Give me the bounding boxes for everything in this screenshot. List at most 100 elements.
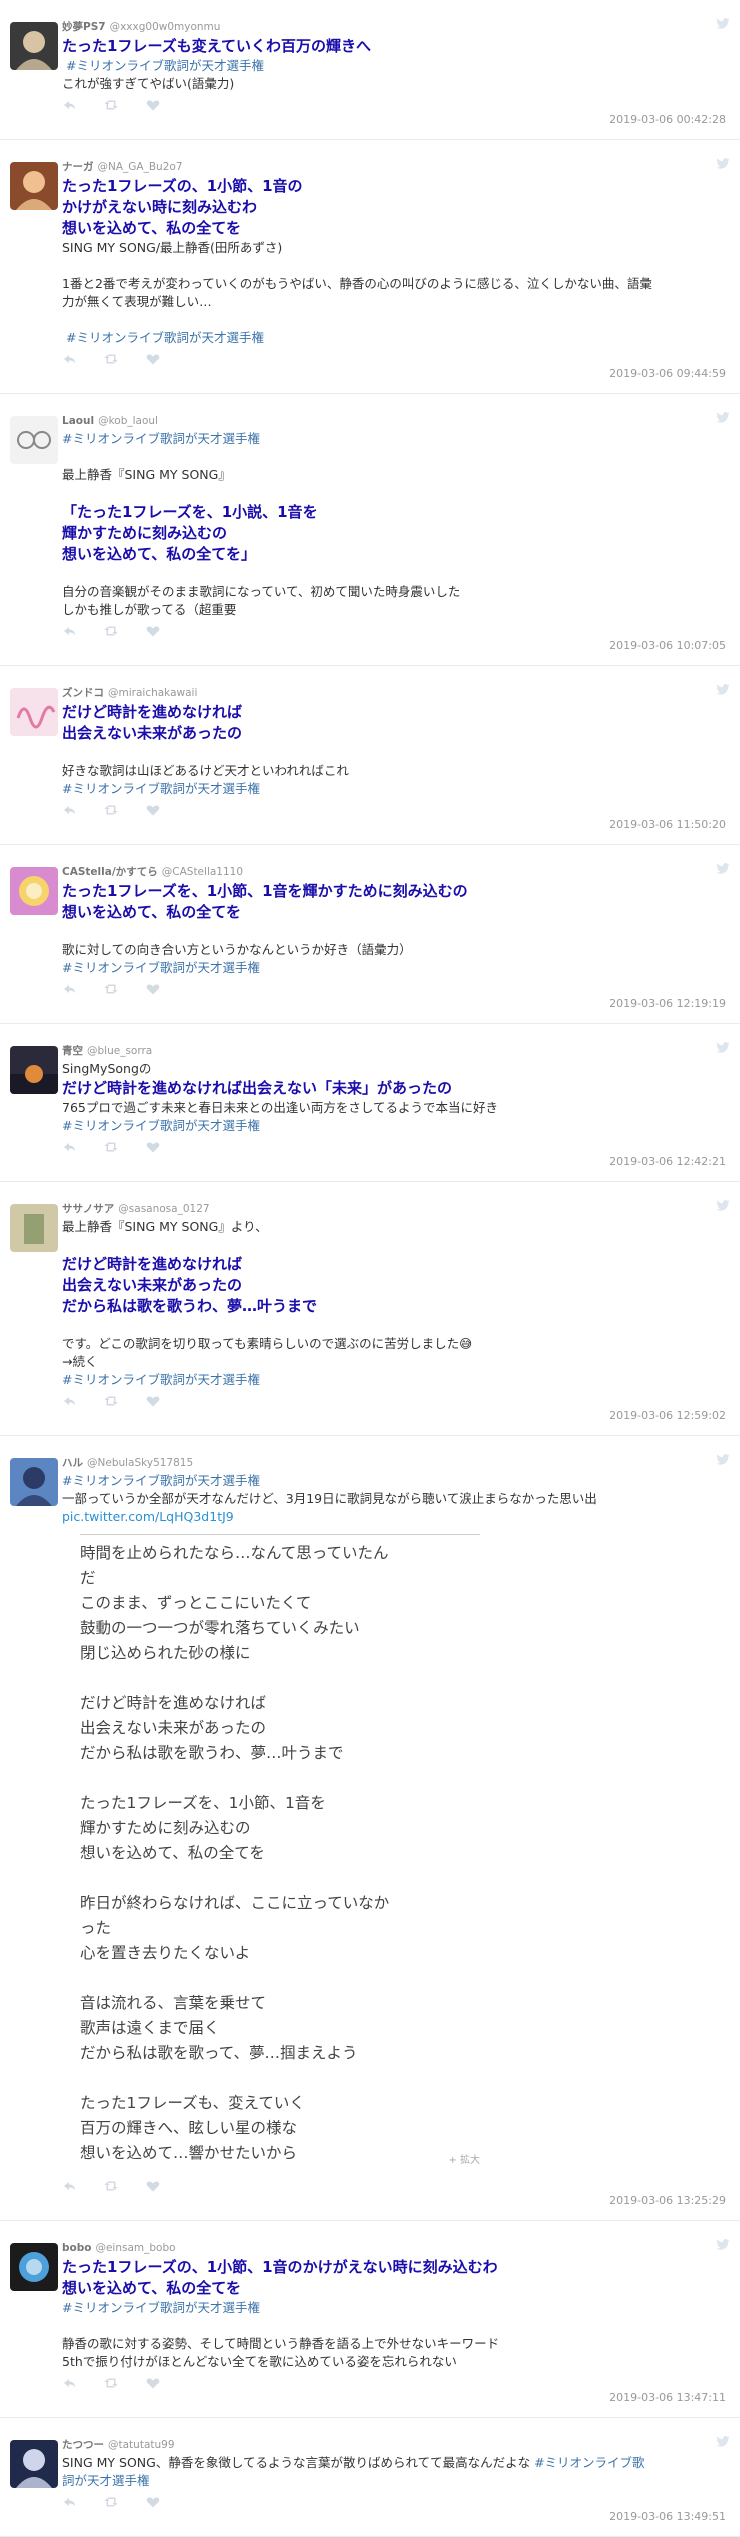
user-handle[interactable]: @sasanosa_0127 xyxy=(118,1203,209,1215)
like-button[interactable] xyxy=(146,353,160,365)
user-handle[interactable]: @kob_laoul xyxy=(98,415,158,427)
retweet-button[interactable] xyxy=(104,2180,118,2192)
user-handle[interactable]: @xxxg00w0myonmu xyxy=(110,21,221,33)
reply-button[interactable] xyxy=(62,1395,76,1407)
user-handle[interactable]: @NA_GA_Bu2o7 xyxy=(98,161,183,173)
user-name[interactable]: 妙夢PS7 xyxy=(62,21,106,33)
highlighted-lyric: だけど時計を進めなければ xyxy=(62,703,243,721)
reply-button[interactable] xyxy=(62,804,76,816)
avatar[interactable] xyxy=(10,162,58,210)
user-handle[interactable]: @NebulaSky517815 xyxy=(87,1457,193,1469)
like-button[interactable] xyxy=(146,1141,160,1153)
tweet-timestamp[interactable]: 2019-03-06 13:25:29 xyxy=(62,2194,726,2208)
user-handle[interactable]: @CAStella1110 xyxy=(162,866,243,878)
tweet-timestamp[interactable]: 2019-03-06 12:19:19 xyxy=(62,997,726,1011)
avatar[interactable] xyxy=(10,1046,58,1094)
tweet-actions xyxy=(62,2377,726,2389)
retweet-button[interactable] xyxy=(104,2496,118,2508)
tweet-timestamp[interactable]: 2019-03-06 11:50:20 xyxy=(62,818,726,832)
hashtag-link[interactable]: #ミリオンライブ歌詞が天才選手権 xyxy=(62,1371,726,1389)
lyric-line xyxy=(80,1766,480,1791)
user-name[interactable]: ササノサア xyxy=(62,1203,114,1215)
hashtag-link[interactable]: #ミリオンライブ歌詞が天才選手権 xyxy=(62,329,726,347)
tweet-timestamp[interactable]: 2019-03-06 10:07:05 xyxy=(62,639,726,653)
hashtag-link[interactable]: #ミリオンライブ歌 xyxy=(534,2455,644,2470)
retweet-button[interactable] xyxy=(104,625,118,637)
reply-button[interactable] xyxy=(62,2496,76,2508)
user-handle[interactable]: @blue_sorra xyxy=(87,1045,152,1057)
reply-button[interactable] xyxy=(62,2180,76,2192)
avatar[interactable] xyxy=(10,2440,58,2488)
hashtag-link[interactable]: 詞が天才選手権 xyxy=(62,2472,726,2490)
like-button[interactable] xyxy=(146,2377,160,2389)
like-button[interactable] xyxy=(146,99,160,111)
tweet-timestamp[interactable]: 2019-03-06 13:49:51 xyxy=(62,2510,726,2524)
reply-button[interactable] xyxy=(62,983,76,995)
retweet-button[interactable] xyxy=(104,804,118,816)
tweet-item: CAStella/かすてら @CAStella1110 たった1フレーズを、1小節、… xyxy=(0,845,740,1024)
hashtag-link[interactable]: #ミリオンライブ歌詞が天才選手権 xyxy=(62,1117,726,1135)
user-name[interactable]: Laoul xyxy=(62,415,94,427)
like-icon xyxy=(146,2378,160,2389)
like-button[interactable] xyxy=(146,625,160,637)
avatar[interactable] xyxy=(10,416,58,464)
lyric-line: 出会えない未来があったの xyxy=(80,1719,267,1737)
user-handle[interactable]: @miraichakawaii xyxy=(108,687,197,699)
user-name[interactable]: ズンドコ xyxy=(62,687,104,699)
avatar[interactable] xyxy=(10,22,58,70)
hashtag-link[interactable]: #ミリオンライブ歌詞が天才選手権 xyxy=(62,959,726,977)
attached-lyrics-image[interactable]: 時間を止められたなら…なんて思っていたんだこのまま、ずっとここにいたくて 鼓動の一… xyxy=(80,1534,480,2174)
avatar[interactable] xyxy=(10,1204,58,1252)
retweet-button[interactable] xyxy=(104,983,118,995)
retweet-button[interactable] xyxy=(104,1395,118,1407)
reply-button[interactable] xyxy=(62,99,76,111)
like-button[interactable] xyxy=(146,983,160,995)
hashtag-link[interactable]: #ミリオンライブ歌詞が天才選手権 xyxy=(62,430,726,448)
tweet-item: ハル @NebulaSky517815 #ミリオンライブ歌詞が天才選手権 一部っていう… xyxy=(0,1436,740,2221)
user-name[interactable]: たつつー xyxy=(62,2439,104,2451)
reply-button[interactable] xyxy=(62,625,76,637)
user-name[interactable]: 青空 xyxy=(62,1045,83,1057)
tweet-timestamp[interactable]: 2019-03-06 00:42:28 xyxy=(62,113,726,127)
twitter-bird-icon xyxy=(716,18,730,29)
avatar[interactable] xyxy=(10,1458,58,1506)
avatar[interactable] xyxy=(10,2243,58,2291)
user-handle[interactable]: @einsam_bobo xyxy=(95,2242,175,2254)
user-handle[interactable]: @tatutatu99 xyxy=(108,2439,175,2451)
retweet-button[interactable] xyxy=(104,99,118,111)
reply-icon xyxy=(64,627,75,635)
reply-button[interactable] xyxy=(62,353,76,365)
retweet-icon xyxy=(104,2181,118,2191)
reply-button[interactable] xyxy=(62,1141,76,1153)
user-name[interactable]: ハル xyxy=(62,1457,83,1469)
hashtag-link[interactable]: #ミリオンライブ歌詞が天才選手権 xyxy=(62,1472,726,1490)
like-button[interactable] xyxy=(146,2180,160,2192)
like-button[interactable] xyxy=(146,804,160,816)
lyric-line: だから私は歌を歌うわ、夢…叶うまで xyxy=(80,1744,344,1762)
like-button[interactable] xyxy=(146,2496,160,2508)
lyric-line: 輝かすために刻み込むの xyxy=(80,1819,251,1837)
retweet-button[interactable] xyxy=(104,353,118,365)
lyric-line: 鼓動の一つ一つが零れ落ちていくみたい xyxy=(80,1619,360,1637)
user-name[interactable]: ナーガ xyxy=(62,161,94,173)
hashtag-link[interactable]: #ミリオンライブ歌詞が天才選手権 xyxy=(62,780,726,798)
avatar[interactable] xyxy=(10,867,58,915)
tweet-header: ズンドコ @miraichakawaii xyxy=(62,686,726,700)
like-button[interactable] xyxy=(146,1395,160,1407)
tweet-actions xyxy=(62,625,726,637)
retweet-button[interactable] xyxy=(104,2377,118,2389)
reply-button[interactable] xyxy=(62,2377,76,2389)
tweet-timestamp[interactable]: 2019-03-06 09:44:59 xyxy=(62,367,726,381)
enlarge-button[interactable]: + 拡大 xyxy=(448,2154,480,2168)
tweet-timestamp[interactable]: 2019-03-06 12:59:02 xyxy=(62,1409,726,1423)
tweet-timestamp[interactable]: 2019-03-06 12:42:21 xyxy=(62,1155,726,1169)
user-name[interactable]: CAStella/かすてら xyxy=(62,866,158,878)
tweet-timestamp[interactable]: 2019-03-06 13:47:11 xyxy=(62,2391,726,2405)
tweet-line xyxy=(62,1236,726,1254)
retweet-button[interactable] xyxy=(104,1141,118,1153)
hashtag-link[interactable]: #ミリオンライブ歌詞が天才選手権 xyxy=(62,57,726,75)
user-name[interactable]: bobo xyxy=(62,2242,91,2254)
pic-link[interactable]: pic.twitter.com/LqHQ3d1tJ9 xyxy=(62,1508,726,1526)
avatar[interactable] xyxy=(10,688,58,736)
hashtag-link[interactable]: #ミリオンライブ歌詞が天才選手権 xyxy=(62,2299,726,2317)
